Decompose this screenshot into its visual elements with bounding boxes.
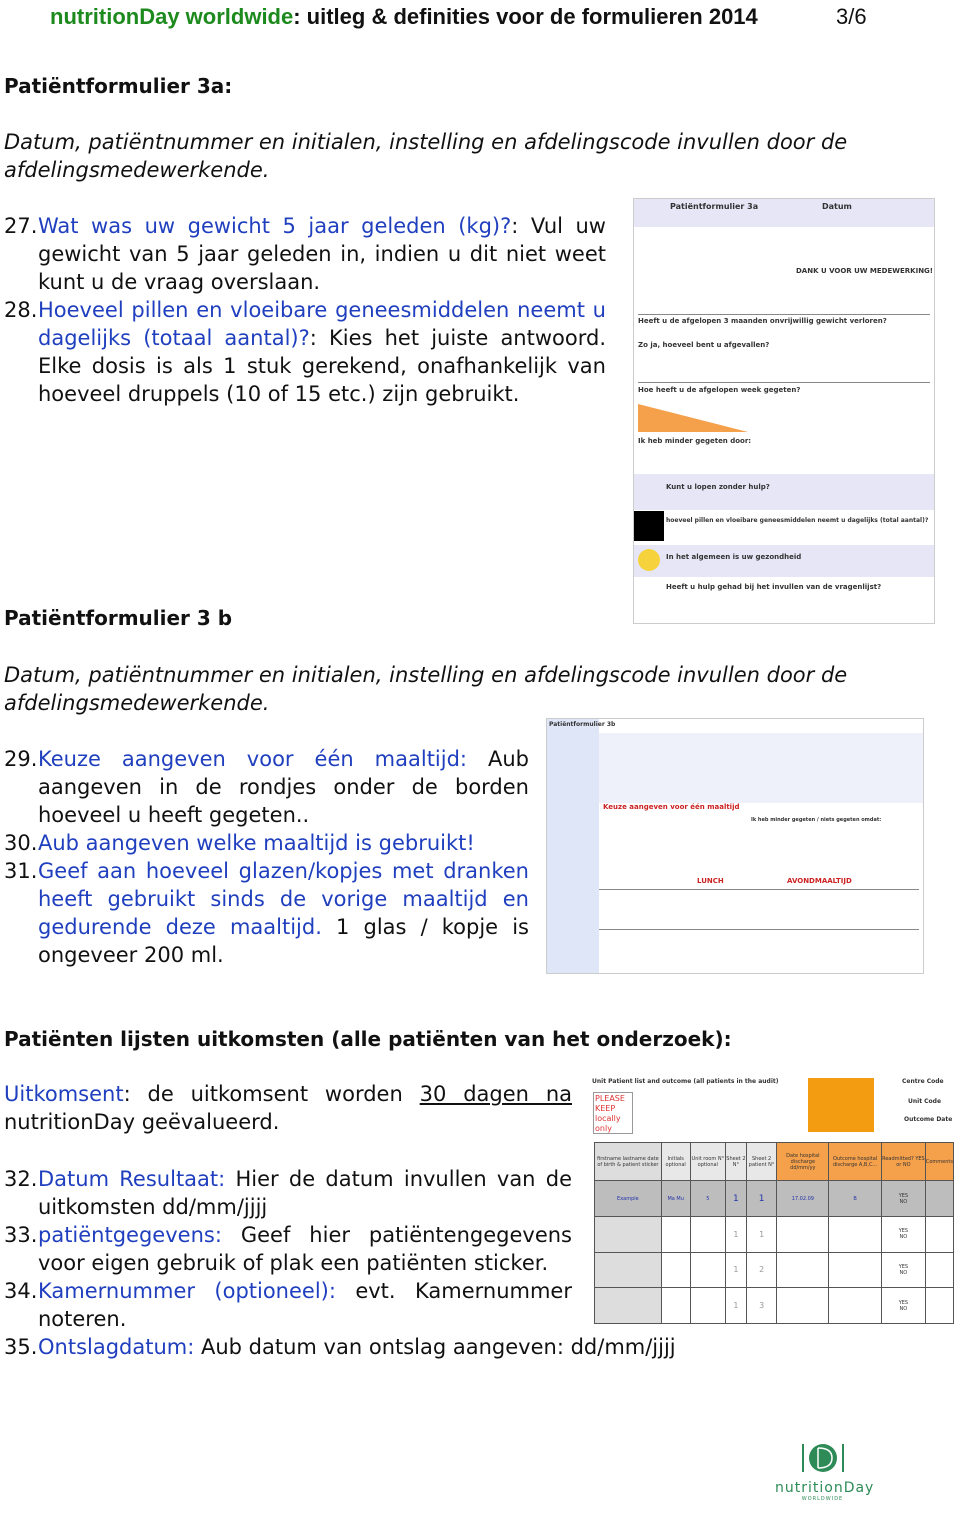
list-item: 33.patiëntgegevens: Geef hier patiënteng…	[4, 1223, 572, 1275]
outcomes-intro: Uitkomsent: de uitkomsent worden 30 dage…	[4, 1082, 572, 1134]
section-heading-outcomes: Patiënten lijsten uitkomsten (alle patië…	[4, 1027, 732, 1051]
column-header: Date hospital discharge dd/mm/yy	[776, 1142, 830, 1181]
page-header: nutritionDay worldwide: uitleg & definit…	[50, 4, 758, 29]
outcome-list-image: Unit Patient list and outcome (all patie…	[590, 1072, 954, 1324]
section-heading-3a: Patiëntformulier 3a:	[4, 74, 233, 98]
column-header: Sheet 2 patient N°	[745, 1142, 778, 1181]
section-heading-3b: Patiëntformulier 3 b	[4, 606, 233, 630]
list-item: 35.Ontslagdatum: Aub datum van ontslag a…	[4, 1335, 676, 1359]
form-3a-image: Patiëntformulier 3a Datum DANK U VOOR UW…	[633, 198, 935, 624]
list-item: 29.Keuze aangeven voor één maaltijd: Aub…	[4, 747, 529, 827]
list-item: 30.Aub aangeven welke maaltijd is gebrui…	[4, 831, 475, 855]
list-item: 31.Geef aan hoeveel glazen/kopjes met dr…	[4, 859, 529, 967]
list-item: 28.Hoeveel pillen en vloeibare geneesmid…	[4, 298, 606, 406]
section-intro-3b: Datum, patiëntnummer en initialen, inste…	[4, 663, 848, 715]
list-3a: 27.Wat was uw gewicht 5 jaar geleden (kg…	[4, 212, 606, 408]
page-number: 3/6	[836, 4, 867, 29]
column-header: Comments	[924, 1142, 954, 1181]
logo-plate-icon	[801, 1444, 844, 1472]
list-outcomes: 32.Datum Resultaat: Hier de datum invull…	[4, 1165, 676, 1361]
list-3b: 29.Keuze aangeven voor één maaltijd: Aub…	[4, 745, 529, 969]
column-header: Initials optional	[660, 1142, 691, 1181]
list-item: 27.Wat was uw gewicht 5 jaar geleden (kg…	[4, 214, 606, 294]
column-header: Outcome hospital discharge A,B,C...	[828, 1142, 882, 1181]
table-row: 1 3 YES NO	[594, 1287, 954, 1324]
column-header: Sheet 2 N°	[725, 1142, 747, 1181]
column-header: firstname lastname date of birth & patie…	[594, 1142, 662, 1181]
table-row: Example Ma Mu 5 1 1 17.02.09 B YES NO	[594, 1180, 954, 1217]
nutritionday-logo: nutritionDay WORLDWIDE	[775, 1440, 873, 1502]
list-item: 34.Kamernummer (optioneel): evt. Kamernu…	[4, 1279, 572, 1331]
table-row: 1 2 YES NO	[594, 1251, 954, 1289]
column-header: Unit room N° optional	[689, 1142, 727, 1181]
list-item: 32.Datum Resultaat: Hier de datum invull…	[4, 1167, 572, 1219]
table-row: 1 1 YES NO	[594, 1216, 954, 1253]
form-3b-image: Patiëntformulier 3b Keuze aangeven voor …	[546, 718, 924, 974]
section-intro-3a: Datum, patiëntnummer en initialen, inste…	[4, 130, 848, 182]
column-header: Readmitted? YES or NO	[880, 1142, 926, 1181]
